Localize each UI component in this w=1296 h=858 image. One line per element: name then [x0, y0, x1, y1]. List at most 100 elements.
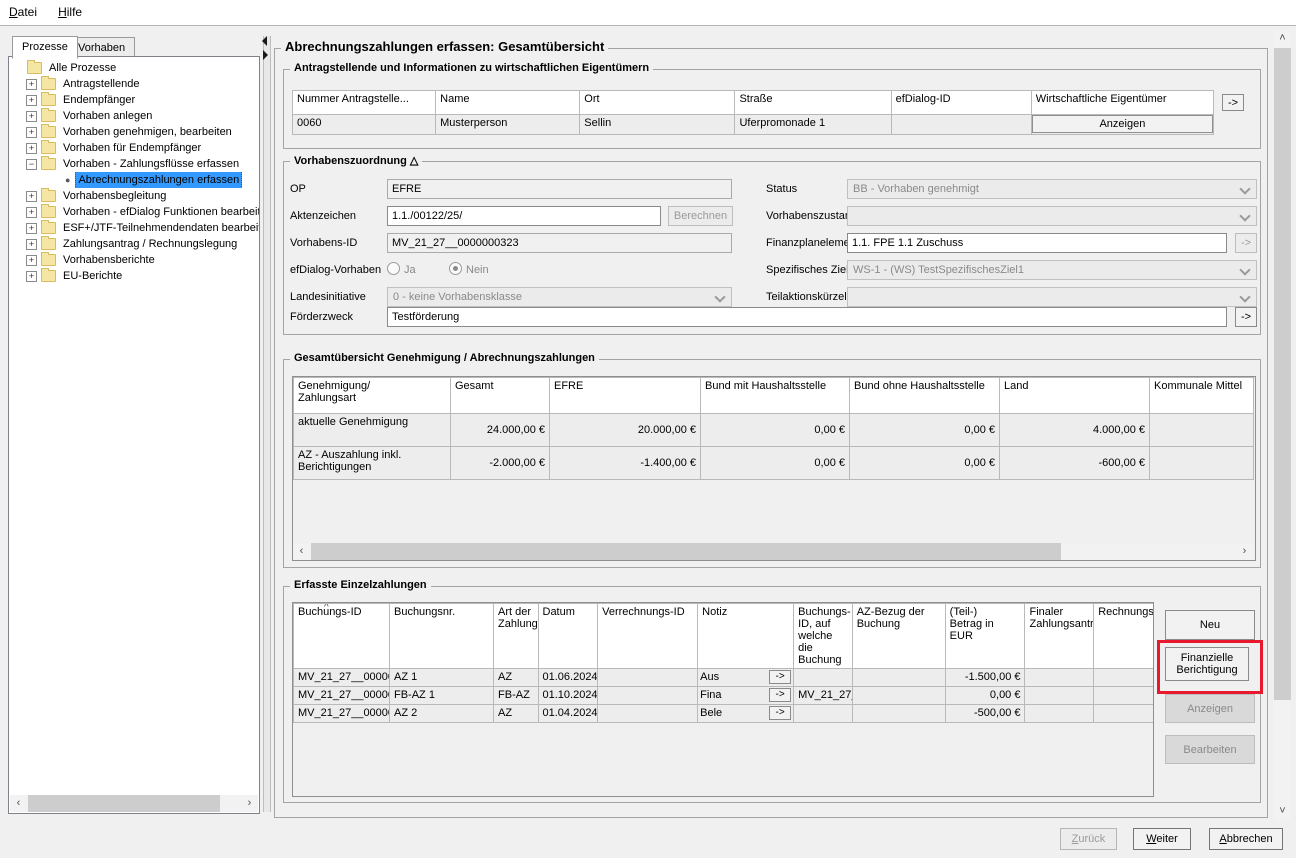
main-scrollbar-thumb[interactable]: [1274, 48, 1291, 700]
sidebar-horizontal-scrollbar[interactable]: ‹ ›: [10, 795, 258, 812]
column-header[interactable]: Buchungs-ID, auf welche die Buchung: [794, 604, 853, 669]
foerderzweck-field[interactable]: [387, 307, 1227, 327]
column-header[interactable]: AZ-Bezug der Buchung: [852, 604, 945, 669]
notiz-goto-button[interactable]: ->: [769, 670, 791, 684]
vorhabenszustand-select[interactable]: [847, 206, 1257, 226]
status-select[interactable]: BB - Vorhaben genehmigt: [847, 179, 1257, 199]
cell-zahlungsart: AZ - Auszahlung inkl. Berichtigungen: [294, 447, 451, 480]
column-header[interactable]: Buchungsnr.: [389, 604, 493, 669]
radio-nein[interactable]: Nein: [449, 260, 489, 280]
column-header[interactable]: Ort: [580, 91, 735, 115]
column-header[interactable]: Verrechnungs-ID: [598, 604, 698, 669]
tree-item-zahlungsfluesse[interactable]: − Vorhaben - Zahlungsflüsse erfassen: [9, 156, 259, 172]
applicants-goto-button[interactable]: ->: [1222, 94, 1244, 111]
sidebar-scrollbar-thumb[interactable]: [28, 795, 220, 812]
zurueck-button[interactable]: Zurück: [1060, 828, 1117, 850]
cell-verrechnungs-id: [598, 687, 698, 705]
tree-item-abrechnungszahlungen[interactable]: ● Abrechnungszahlungen erfassen: [9, 172, 259, 188]
menu-hilfe[interactable]: Hilfe: [49, 0, 91, 23]
tree-item-root[interactable]: Alle Prozesse: [9, 60, 259, 76]
application-window: Datei Hilfe Prozesse Vorhaben Alle Proze…: [0, 0, 1296, 858]
tree-expand-icon[interactable]: +: [26, 223, 37, 234]
bearbeiten-button[interactable]: Bearbeiten: [1165, 735, 1255, 764]
column-header[interactable]: Bund ohne Haushaltsstelle: [850, 378, 1000, 414]
finanzplanelement-field[interactable]: [847, 233, 1227, 253]
foerderzweck-goto-button[interactable]: ->: [1235, 307, 1257, 327]
finanzplanelement-goto-button[interactable]: ->: [1235, 233, 1257, 253]
tree-collapse-icon[interactable]: −: [26, 159, 37, 170]
column-header[interactable]: Kommunale Mittel: [1150, 378, 1254, 414]
column-header[interactable]: Gesamt: [451, 378, 550, 414]
tree-item-vorhabensberichte[interactable]: + Vorhabensberichte: [9, 252, 259, 268]
teilaktionskuerzel-select[interactable]: [847, 287, 1257, 307]
column-header[interactable]: Notiz: [698, 604, 794, 669]
tree-item-eu-berichte[interactable]: + EU-Berichte: [9, 268, 259, 284]
tree-expand-icon[interactable]: +: [26, 111, 37, 122]
vorhabens-id-field[interactable]: [387, 233, 732, 253]
tree-item-esf-jtf[interactable]: + ESF+/JTF-Teilnehmendendaten bearbeiten: [9, 220, 259, 236]
tree-expand-icon[interactable]: +: [26, 255, 37, 266]
scroll-left-icon[interactable]: ‹: [293, 543, 310, 560]
tree-item-vorhaben-endempfaenger[interactable]: + Vorhaben für Endempfänger: [9, 140, 259, 156]
tree-item-efdialog-funktionen[interactable]: + Vorhaben - efDialog Funktionen bearbei…: [9, 204, 259, 220]
tree-item-zahlungsantrag[interactable]: + Zahlungsantrag / Rechnungslegung: [9, 236, 259, 252]
column-header[interactable]: Bund mit Haushaltsstelle: [701, 378, 850, 414]
scroll-right-icon[interactable]: ›: [1236, 543, 1253, 560]
tree-expand-icon[interactable]: +: [26, 271, 37, 282]
splitter-collapse-left-icon[interactable]: [262, 36, 267, 46]
gesamtuebersicht-horizontal-scrollbar[interactable]: ‹ ›: [293, 543, 1253, 560]
menu-datei[interactable]: Datei: [0, 0, 46, 23]
abbrechen-button[interactable]: Abbrechen: [1209, 828, 1283, 850]
column-header[interactable]: efDialog-ID: [891, 91, 1031, 115]
tree-expand-icon[interactable]: +: [26, 143, 37, 154]
scroll-right-icon[interactable]: ›: [241, 795, 258, 812]
tree-item-antragstellende[interactable]: + Antragstellende: [9, 76, 259, 92]
tree-expand-icon[interactable]: +: [26, 95, 37, 106]
finanzielle-berichtigung-button[interactable]: Finanzielle Berichtigung: [1165, 647, 1249, 681]
spezifisches-ziel-select[interactable]: WS-1 - (WS) TestSpezifischesZiel1: [847, 260, 1257, 280]
weiter-button[interactable]: Weiter: [1133, 828, 1191, 850]
column-header[interactable]: Art der Zahlung: [494, 604, 538, 669]
tree-item-vorhaben-anlegen[interactable]: + Vorhaben anlegen: [9, 108, 259, 124]
tree-expand-icon[interactable]: +: [26, 191, 37, 202]
column-header[interactable]: Finaler Zahlungsantrag: [1025, 604, 1094, 669]
tree-expand-icon[interactable]: +: [26, 239, 37, 250]
aktenzeichen-field[interactable]: [387, 206, 661, 226]
gesamtuebersicht-scrollbar-thumb[interactable]: [311, 543, 1061, 560]
column-header[interactable]: Nummer Antragstelle...: [293, 91, 436, 115]
anzeigen-eigentuemer-button[interactable]: Anzeigen: [1032, 115, 1213, 133]
column-header[interactable]: (Teil-) Betrag in EUR: [945, 604, 1025, 669]
tree-expand-icon[interactable]: +: [26, 207, 37, 218]
scroll-down-icon[interactable]: ˅: [1274, 803, 1291, 820]
splitter-collapse-right-icon[interactable]: [263, 50, 268, 60]
column-header[interactable]: Name: [436, 91, 580, 115]
column-header[interactable]: Land: [1000, 378, 1150, 414]
tree-expand-icon[interactable]: +: [26, 127, 37, 138]
main-vertical-scrollbar[interactable]: ˄ ˅: [1274, 30, 1291, 820]
column-header[interactable]: Datum: [538, 604, 598, 669]
column-header-sorted[interactable]: ^Buchungs-ID: [294, 604, 390, 669]
notiz-goto-button[interactable]: ->: [769, 706, 791, 720]
scroll-left-icon[interactable]: ‹: [10, 795, 27, 812]
tree-item-endempfaenger[interactable]: + Endempfänger: [9, 92, 259, 108]
sidebar-splitter[interactable]: [263, 36, 271, 812]
tab-prozesse[interactable]: Prozesse: [12, 36, 78, 59]
cell-bezug-buchungs-id: MV_21_27__000000: [794, 687, 853, 705]
landesinitiative-select[interactable]: 0 - keine Vorhabensklasse: [387, 287, 732, 307]
column-header[interactable]: Genehmigung/ Zahlungsart: [294, 378, 451, 414]
column-header[interactable]: Rechnungslegung: [1094, 604, 1154, 669]
tree-item-vorhabensbegleitung[interactable]: + Vorhabensbegleitung: [9, 188, 259, 204]
tree-item-vorhaben-genehmigen[interactable]: + Vorhaben genehmigen, bearbeiten: [9, 124, 259, 140]
op-field[interactable]: [387, 179, 732, 199]
column-header[interactable]: Wirtschaftliche Eigentümer: [1031, 91, 1213, 115]
neu-button[interactable]: Neu: [1165, 610, 1255, 640]
column-header[interactable]: Straße: [735, 91, 891, 115]
scroll-up-icon[interactable]: ˄: [1274, 30, 1291, 47]
column-header[interactable]: EFRE: [550, 378, 701, 414]
tree-expand-icon[interactable]: +: [26, 79, 37, 90]
notiz-goto-button[interactable]: ->: [769, 688, 791, 702]
tree-item-label: Vorhaben anlegen: [61, 108, 154, 124]
berechnen-button[interactable]: Berechnen: [668, 206, 733, 226]
anzeigen-button[interactable]: Anzeigen: [1165, 694, 1255, 723]
radio-ja[interactable]: Ja: [387, 260, 416, 280]
